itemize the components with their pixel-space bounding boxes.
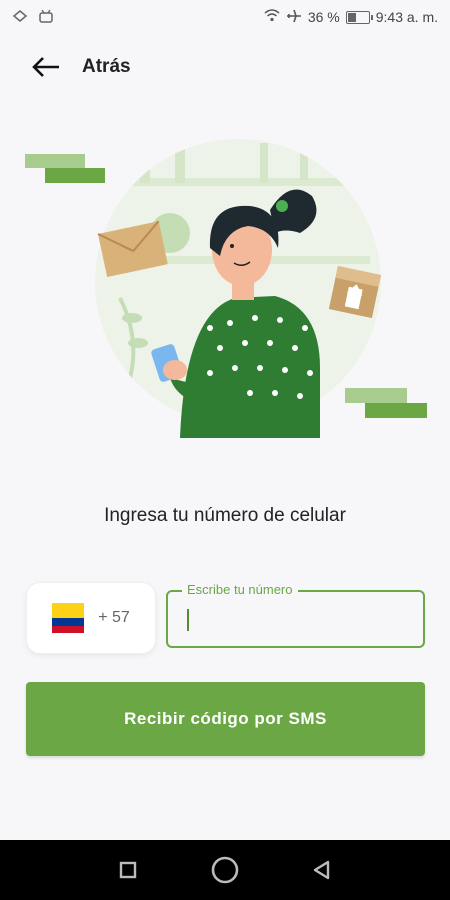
- colombia-flag-icon: [52, 603, 85, 633]
- airplane-icon: [286, 9, 302, 26]
- arrow-left-icon: [32, 57, 59, 77]
- android-icon: [38, 9, 54, 26]
- back-label[interactable]: Atrás: [82, 56, 131, 78]
- phone-number-field[interactable]: Escribe tu número: [166, 582, 425, 648]
- home-icon: [211, 856, 239, 884]
- hero-illustration: [20, 138, 430, 438]
- receive-sms-code-button[interactable]: Recibir código por SMS: [26, 682, 425, 756]
- system-nav-bar: [0, 840, 450, 900]
- wifi-icon: [264, 9, 280, 25]
- text-caret: [187, 609, 189, 631]
- back-triangle-icon: [313, 860, 329, 880]
- phone-field-label: Escribe tu número: [182, 582, 298, 597]
- top-app-bar: Atrás: [0, 44, 450, 90]
- battery-percent: 36 %: [307, 9, 340, 25]
- country-dial-code: + 57: [98, 609, 130, 626]
- country-selector[interactable]: + 57: [26, 582, 156, 654]
- recents-button[interactable]: [108, 850, 148, 890]
- system-back-button[interactable]: [302, 850, 342, 890]
- battery-icon: [345, 10, 373, 24]
- back-button[interactable]: [22, 44, 70, 90]
- status-time: 9:43 a. m.: [375, 9, 438, 25]
- home-button[interactable]: [205, 850, 245, 890]
- notification-icon: [12, 9, 28, 26]
- status-bar: 36 % 9:43 a. m.: [0, 0, 450, 34]
- recents-icon: [120, 861, 137, 879]
- phone-number-input[interactable]: [182, 608, 406, 634]
- page-heading: Ingresa tu número de celular: [104, 505, 346, 526]
